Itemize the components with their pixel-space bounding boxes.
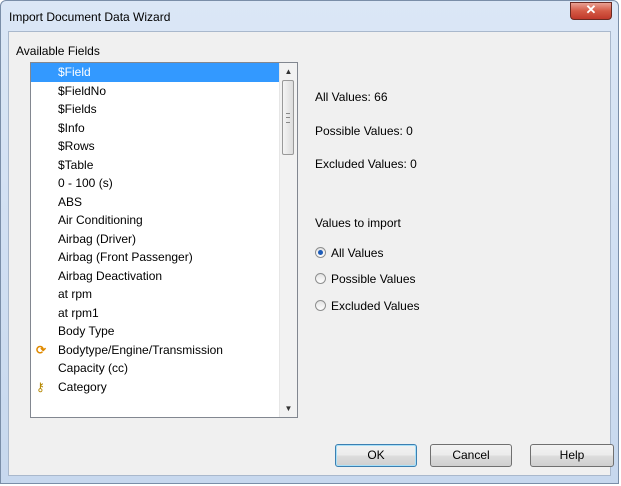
window-title: Import Document Data Wizard xyxy=(9,10,171,24)
field-list-item[interactable]: Capacity (cc) xyxy=(31,359,280,378)
field-list-item[interactable]: $FieldNo xyxy=(31,82,280,101)
field-list-item[interactable]: at rpm xyxy=(31,285,280,304)
all-values-count: All Values: 66 xyxy=(315,90,388,104)
excluded-values-count: Excluded Values: 0 xyxy=(315,157,417,171)
field-list-item-label: $Info xyxy=(58,120,85,135)
cancel-button[interactable]: Cancel xyxy=(430,444,512,467)
field-list-item[interactable]: ABS xyxy=(31,193,280,212)
help-button[interactable]: Help xyxy=(530,444,614,467)
available-fields-list[interactable]: $Field $FieldNo $Fields $Info $Rows $Table 0 -… xyxy=(30,62,298,418)
field-list-item-label: Airbag (Driver) xyxy=(58,231,137,246)
radio-label: Excluded Values xyxy=(331,299,420,313)
field-list-item[interactable]: ⟳ Bodytype/Engine/Transmission xyxy=(31,341,280,360)
field-list-item-label: $Field xyxy=(58,65,91,79)
field-list-item-label: $Fields xyxy=(58,102,97,116)
field-list-item-label: at rpm1 xyxy=(58,305,99,320)
ok-button[interactable]: OK xyxy=(335,444,417,467)
field-list-item-label: Airbag Deactivation xyxy=(58,268,163,283)
scroll-down-arrow-icon[interactable]: ▼ xyxy=(280,400,297,417)
field-list-item[interactable]: Air Conditioning xyxy=(31,211,280,230)
title-bar[interactable]: Import Document Data Wizard ✕ xyxy=(1,1,618,31)
field-list-item-label: at rpm xyxy=(58,287,93,301)
scroll-grip-icon xyxy=(286,113,290,123)
field-list-item[interactable]: Airbag (Driver) xyxy=(31,230,280,249)
field-list-item-label: Body Type xyxy=(58,324,115,338)
cycle-group-icon: ⟳ xyxy=(36,342,47,357)
field-list-item-label: $Table xyxy=(58,157,94,172)
field-list-item-label: $FieldNo xyxy=(58,83,107,98)
field-list-item[interactable]: at rpm1 xyxy=(31,304,280,323)
field-list-item[interactable]: $Rows xyxy=(31,137,280,156)
field-list-item-label: Air Conditioning xyxy=(58,213,143,227)
possible-values-count: Possible Values: 0 xyxy=(315,124,413,138)
radio-button[interactable] xyxy=(315,247,326,258)
field-list-item[interactable]: Airbag Deactivation xyxy=(31,267,280,286)
field-list-item-label: $Rows xyxy=(58,139,95,153)
field-list-item-label: Airbag (Front Passenger) xyxy=(58,250,193,264)
field-list-item[interactable]: ⚷ Category xyxy=(31,378,280,397)
list-scrollbar[interactable]: ▲ ▼ xyxy=(279,63,297,417)
field-list-item[interactable]: $Field xyxy=(31,63,280,82)
field-list-item-label: Capacity (cc) xyxy=(58,361,129,375)
key-icon: ⚷ xyxy=(36,379,45,394)
field-list-item[interactable]: $Table xyxy=(31,156,280,175)
field-list-item[interactable]: Body Type xyxy=(31,322,280,341)
field-list-item[interactable]: Airbag (Front Passenger) xyxy=(31,248,280,267)
close-icon: ✕ xyxy=(585,2,597,17)
dialog-body: Available Fields $Field $FieldNo $Fields $I… xyxy=(8,31,614,476)
available-fields-label: Available Fields xyxy=(16,44,100,58)
radio-button[interactable] xyxy=(315,300,326,311)
radio-label: All Values xyxy=(331,246,384,260)
radio-label: Possible Values xyxy=(331,272,416,286)
field-list-item-label: 0 - 100 (s) xyxy=(58,176,113,190)
close-button[interactable]: ✕ xyxy=(570,2,612,20)
field-list-item[interactable]: 0 - 100 (s) xyxy=(31,174,280,193)
scroll-up-arrow-icon[interactable]: ▲ xyxy=(280,63,297,80)
field-list-item[interactable]: $Fields xyxy=(31,100,280,119)
field-list-item-label: ABS xyxy=(58,194,83,209)
field-list-item[interactable]: $Info xyxy=(31,119,280,138)
field-list-item-label: Bodytype/Engine/Transmission xyxy=(58,342,223,357)
field-items: $Field $FieldNo $Fields $Info $Rows $Table 0 -… xyxy=(31,63,280,396)
field-list-item-label: Category xyxy=(58,379,107,394)
radio-button[interactable] xyxy=(315,273,326,284)
import-wizard-window: Import Document Data Wizard ✕ Available … xyxy=(0,0,619,484)
scroll-thumb[interactable] xyxy=(282,80,294,155)
values-to-import-label: Values to import xyxy=(315,216,401,230)
